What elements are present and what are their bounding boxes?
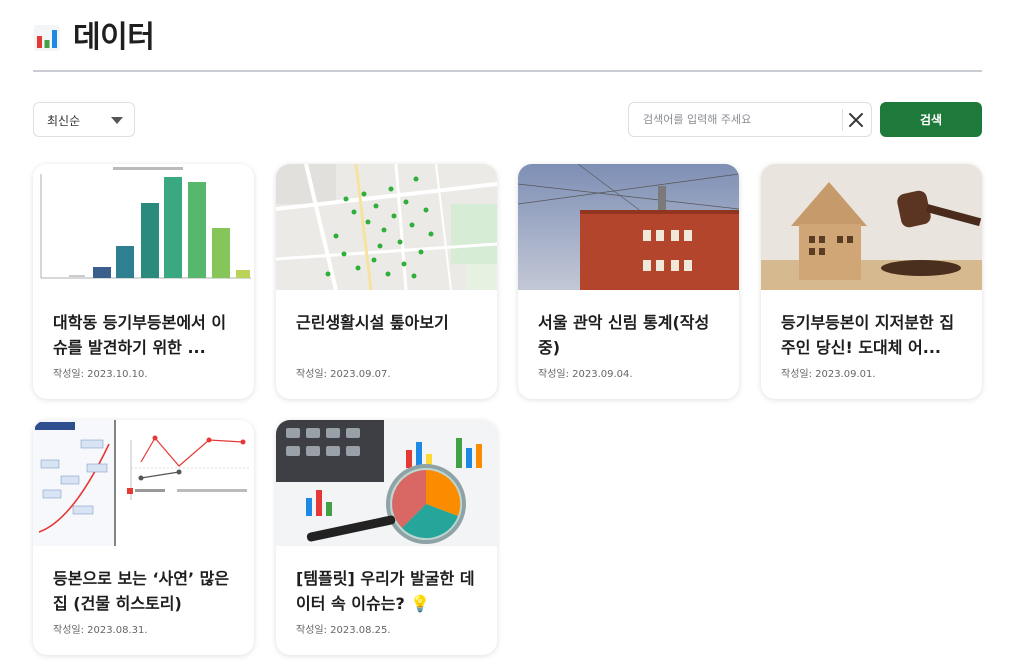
data-card[interactable]: 등본으로 보는 ‘사연’ 많은 집 (건물 히스토리) 작성일: 2023.08…	[33, 420, 254, 655]
sort-dropdown[interactable]: 최신순	[33, 102, 135, 137]
close-icon[interactable]	[847, 111, 865, 129]
page-header: 데이터	[33, 18, 982, 72]
card-date: 작성일: 2023.08.31.	[53, 625, 148, 636]
data-card[interactable]: 등기부등본이 지저분한 집주인 당신! 도대체 어... 작성일: 2023.0…	[761, 164, 982, 399]
data-card[interactable]: 서울 관악 신림 통계(작성 중) 작성일: 2023.09.04.	[518, 164, 739, 399]
brick-building-photo	[518, 164, 739, 290]
data-card[interactable]: 대학동 등기부등본에서 이슈를 발견하기 위한 ... 작성일: 2023.10…	[33, 164, 254, 399]
card-title[interactable]: 대학동 등기부등본에서 이슈를 발견하기 위한 ...	[53, 310, 239, 360]
magnifier-calculator-photo	[276, 420, 497, 546]
card-date: 작성일: 2023.09.07.	[296, 369, 391, 380]
data-card[interactable]: 근린생활시설 톺아보기 작성일: 2023.09.07.	[276, 164, 497, 399]
card-title[interactable]: 근린생활시설 톺아보기	[296, 310, 482, 335]
page-title: 데이터	[73, 20, 155, 55]
house-gavel-photo	[761, 164, 982, 290]
data-card[interactable]: [템플릿] 우리가 발굴한 데이터 속 이슈는? 💡 작성일: 2023.08.…	[276, 420, 497, 655]
card-title[interactable]: 등기부등본이 지저분한 집주인 당신! 도대체 어...	[781, 310, 967, 360]
bar-chart-thumbnail	[33, 164, 254, 290]
card-title[interactable]: 서울 관악 신림 통계(작성 중)	[538, 310, 724, 360]
bar-chart-icon	[34, 25, 60, 51]
card-title[interactable]: [템플릿] 우리가 발굴한 데이터 속 이슈는? 💡	[296, 566, 482, 616]
map-thumbnail	[276, 164, 497, 290]
caret-down-icon	[111, 117, 123, 124]
sort-dropdown-label: 최신순	[47, 114, 81, 128]
search-divider	[842, 109, 843, 131]
search-box	[628, 102, 872, 137]
card-date: 작성일: 2023.09.04.	[538, 369, 633, 380]
card-title[interactable]: 등본으로 보는 ‘사연’ 많은 집 (건물 히스토리)	[53, 566, 239, 616]
card-date: 작성일: 2023.08.25.	[296, 625, 391, 636]
search-input[interactable]	[630, 104, 840, 135]
history-chart-thumbnail	[33, 420, 254, 546]
search-button[interactable]: 검색	[880, 102, 982, 137]
card-date: 작성일: 2023.09.01.	[781, 369, 876, 380]
card-date: 작성일: 2023.10.10.	[53, 369, 148, 380]
